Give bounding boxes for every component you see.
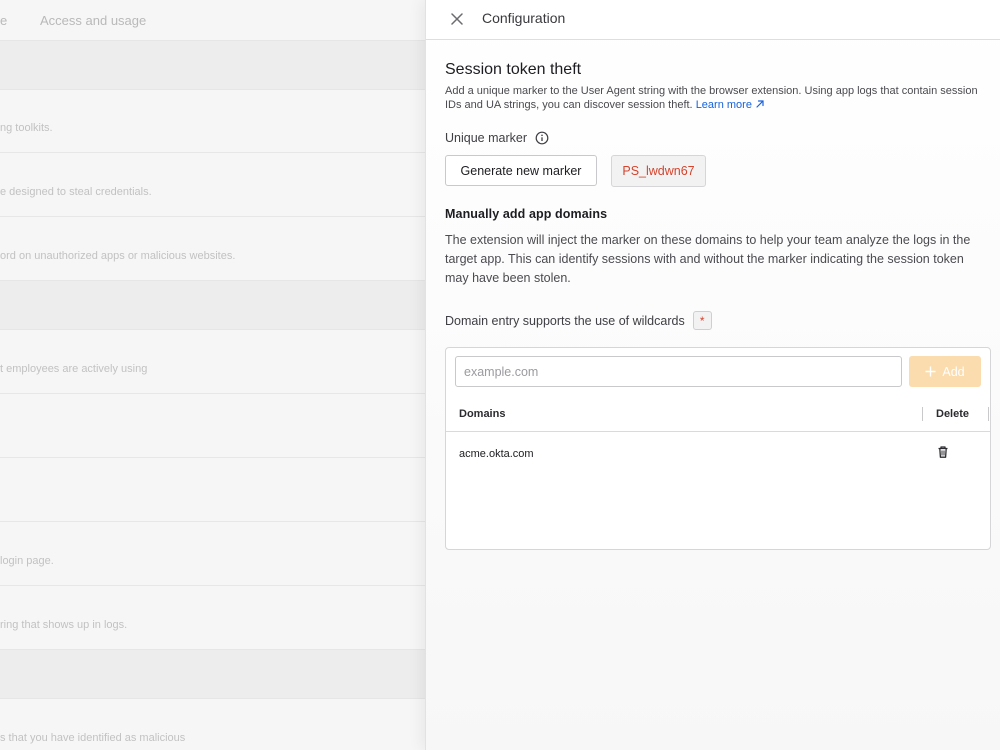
background-row: t employees are actively using xyxy=(0,329,426,394)
background-row-text: s that you have identified as malicious xyxy=(0,732,186,744)
background-row: login page. xyxy=(0,521,426,586)
close-icon xyxy=(451,13,463,25)
domain-cell: acme.okta.com xyxy=(459,448,534,460)
background-row-text: login page. xyxy=(0,555,54,567)
background-row xyxy=(0,393,426,458)
section-description: Add a unique marker to the User Agent st… xyxy=(445,84,985,112)
manual-domains-title: Manually add app domains xyxy=(445,207,608,221)
background-row: e designed to steal credentials. xyxy=(0,152,426,217)
domains-table-header: Domains Delete xyxy=(446,396,990,432)
background-tab: e xyxy=(0,13,8,28)
background-row-text: ring that shows up in logs. xyxy=(0,619,128,631)
configuration-drawer: Configuration Session token theft Add a … xyxy=(425,0,1000,750)
column-divider[interactable] xyxy=(988,407,989,421)
plus-icon xyxy=(925,366,936,377)
background-row: s that you have identified as malicious xyxy=(0,698,426,750)
add-domain-button[interactable]: Add xyxy=(909,356,981,387)
drawer-title: Configuration xyxy=(482,10,566,26)
background-page: e Access and usage ng toolkits. e design… xyxy=(0,0,426,750)
domain-input[interactable] xyxy=(455,356,902,387)
background-row-text: ord on unauthorized apps or malicious we… xyxy=(0,250,236,262)
table-row: acme.okta.com xyxy=(446,432,990,476)
trash-icon[interactable] xyxy=(936,445,952,461)
drawer-header: Configuration xyxy=(426,0,1000,40)
wildcards-label: Domain entry supports the use of wildcar… xyxy=(445,311,712,330)
background-row xyxy=(0,457,426,522)
close-button[interactable] xyxy=(446,8,468,30)
background-row-text: t employees are actively using xyxy=(0,363,148,375)
background-tabs: e Access and usage xyxy=(0,0,426,40)
wildcards-label-text: Domain entry supports the use of wildcar… xyxy=(445,313,685,328)
section-title: Session token theft xyxy=(445,61,582,78)
info-icon[interactable] xyxy=(535,131,549,145)
background-row: ng toolkits. xyxy=(0,88,426,153)
column-divider[interactable] xyxy=(922,407,923,421)
external-link-icon xyxy=(756,100,764,108)
learn-more-label: Learn more xyxy=(695,99,752,111)
background-tab-access-usage: Access and usage xyxy=(40,13,147,28)
add-domain-label: Add xyxy=(942,364,965,379)
column-header-delete: Delete xyxy=(936,408,970,420)
domain-entry-panel: Add Domains Delete acme.okta.com xyxy=(445,347,991,550)
background-section-band xyxy=(0,280,426,330)
learn-more-link[interactable]: Learn more xyxy=(696,99,765,111)
background-section-band xyxy=(0,40,426,90)
background-row: ord on unauthorized apps or malicious we… xyxy=(0,216,426,281)
background-section-band xyxy=(0,649,426,699)
background-row-text: ng toolkits. xyxy=(0,122,53,134)
manual-domains-description: The extension will inject the marker on … xyxy=(445,233,971,285)
wildcard-badge: * xyxy=(692,311,712,330)
column-header-domains: Domains xyxy=(459,408,506,420)
unique-marker-label: Unique marker xyxy=(445,131,549,145)
unique-marker-label-text: Unique marker xyxy=(445,131,527,145)
marker-value: PS_lwdwn67 xyxy=(611,155,706,187)
background-row: ring that shows up in logs. xyxy=(0,585,426,650)
background-row-text: e designed to steal credentials. xyxy=(0,186,152,198)
generate-marker-button[interactable]: Generate new marker xyxy=(445,155,597,186)
